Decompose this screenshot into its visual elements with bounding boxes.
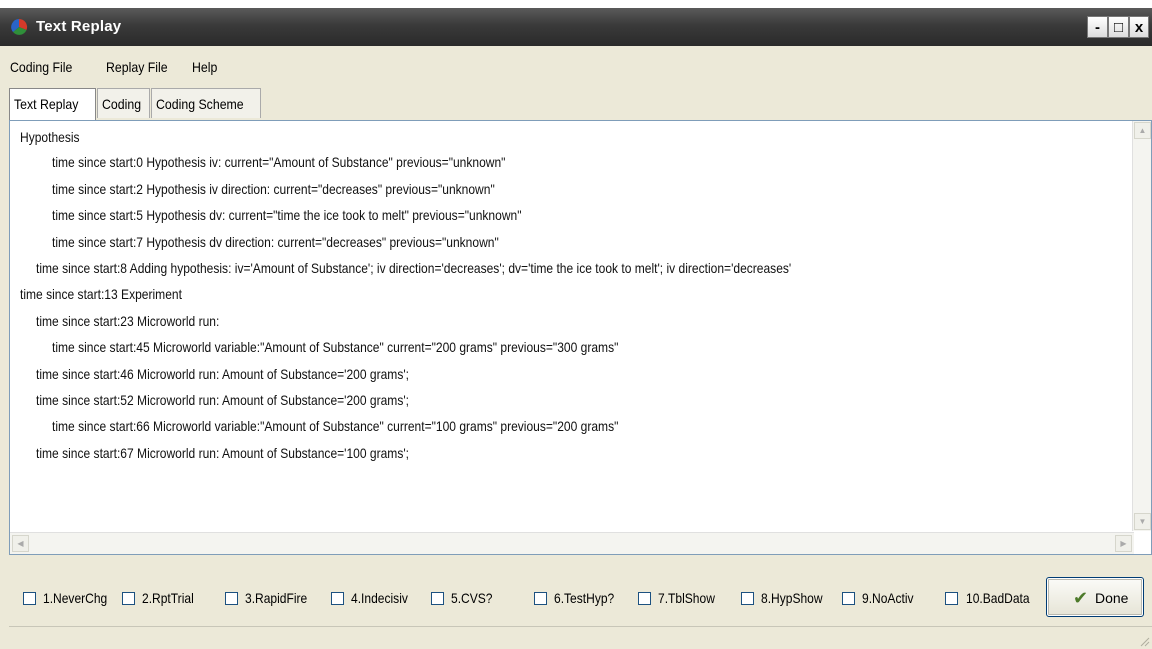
checkbox-label: 1.NeverChg <box>43 590 108 606</box>
checkbox-no-activ[interactable] <box>842 592 855 605</box>
log-line: time since start:8 Adding hypothesis: iv… <box>36 260 792 276</box>
log-line: time since start:5 Hypothesis dv: curren… <box>52 207 522 223</box>
log-line: time since start:45 Microworld variable:… <box>52 339 619 355</box>
vertical-scrollbar[interactable]: ▲ ▼ <box>1132 121 1151 531</box>
log-line: time since start:0 Hypothesis iv: curren… <box>52 154 506 170</box>
checkbox-label: 7.TblShow <box>658 590 715 606</box>
tab-label: Coding <box>102 96 142 112</box>
tab-strip: Text Replay Coding Coding Scheme <box>0 88 1152 121</box>
checkbox-label: 5.CVS? <box>451 590 493 606</box>
checkbox-label: 4.Indecisiv <box>351 590 408 606</box>
app-logo-icon <box>11 18 28 35</box>
log-line: time since start:23 Microworld run: <box>36 313 220 329</box>
replay-text-area[interactable]: Hypothesis time since start:0 Hypothesis… <box>9 120 1152 555</box>
log-line: time since start:52 Microworld run: Amou… <box>36 392 409 408</box>
tab-coding[interactable]: Coding <box>97 88 150 118</box>
checkbox-tbl-show[interactable] <box>638 592 651 605</box>
app-window: Text Replay - □ x Coding File Replay Fil… <box>0 8 1152 649</box>
tab-text-replay[interactable]: Text Replay <box>9 88 96 121</box>
resize-grip-icon[interactable] <box>1138 635 1150 647</box>
log-line: time since start:2 Hypothesis iv directi… <box>52 181 495 197</box>
checkbox-cvs[interactable] <box>431 592 444 605</box>
window-title: Text Replay <box>36 18 122 35</box>
scroll-up-icon[interactable]: ▲ <box>1134 122 1151 139</box>
checkbox-label: 2.RptTrial <box>142 590 194 606</box>
checkbox-indecisiv[interactable] <box>331 592 344 605</box>
checkbox-label: 3.RapidFire <box>245 590 308 606</box>
title-bar[interactable]: Text Replay - □ x <box>0 8 1152 46</box>
checkbox-rapid-fire[interactable] <box>225 592 238 605</box>
scroll-left-icon[interactable]: ◀ <box>12 535 29 552</box>
log-line: time since start:67 Microworld run: Amou… <box>36 445 409 461</box>
checkbox-label: 10.BadData <box>966 590 1030 606</box>
checkbox-test-hyp[interactable] <box>534 592 547 605</box>
checkmark-icon: ✔ <box>1073 588 1089 608</box>
done-button-label: Done <box>1095 590 1129 606</box>
menu-help[interactable]: Help <box>192 59 217 75</box>
checkbox-rpt-trial[interactable] <box>122 592 135 605</box>
scroll-down-icon[interactable]: ▼ <box>1134 513 1151 530</box>
checkbox-bad-data[interactable] <box>945 592 958 605</box>
tab-coding-scheme[interactable]: Coding Scheme <box>151 88 261 118</box>
minimize-button[interactable]: - <box>1087 16 1108 38</box>
log-line: Hypothesis <box>20 129 80 145</box>
checkbox-label: 6.TestHyp? <box>554 590 615 606</box>
status-bar <box>9 626 1152 649</box>
done-button[interactable]: ✔ Done <box>1046 577 1144 617</box>
checkbox-never-chg[interactable] <box>23 592 36 605</box>
horizontal-scrollbar[interactable]: ◀ ▶ <box>10 532 1134 554</box>
log-line: time since start:7 Hypothesis dv directi… <box>52 234 499 250</box>
coding-checkbox-row: 1.NeverChg 2.RptTrial 3.RapidFire 4.Inde… <box>0 579 1152 619</box>
log-line: time since start:46 Microworld run: Amou… <box>36 366 409 382</box>
scroll-right-icon[interactable]: ▶ <box>1115 535 1132 552</box>
menu-bar: Coding File Replay File Help <box>0 54 1152 80</box>
checkbox-hyp-show[interactable] <box>741 592 754 605</box>
menu-coding-file[interactable]: Coding File <box>10 59 72 75</box>
log-line: time since start:66 Microworld variable:… <box>52 418 619 434</box>
maximize-button[interactable]: □ <box>1108 16 1129 38</box>
checkbox-label: 8.HypShow <box>761 590 823 606</box>
close-button[interactable]: x <box>1129 16 1149 38</box>
log-line: time since start:13 Experiment <box>20 286 182 302</box>
checkbox-label: 9.NoActiv <box>862 590 914 606</box>
tab-label: Text Replay <box>14 96 79 112</box>
menu-replay-file[interactable]: Replay File <box>106 59 168 75</box>
tab-label: Coding Scheme <box>156 96 244 112</box>
